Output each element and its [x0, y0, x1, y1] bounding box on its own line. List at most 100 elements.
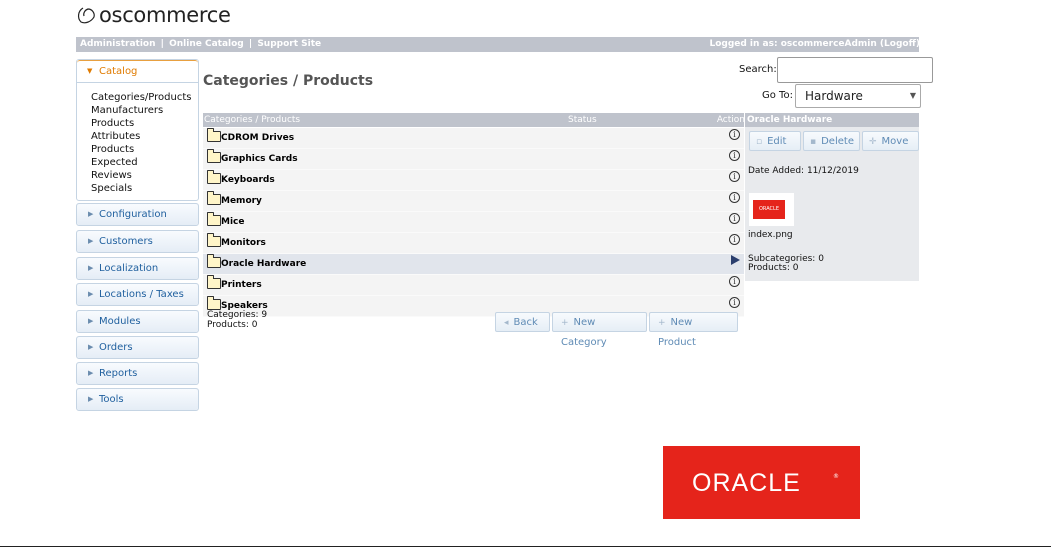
caret-right-icon: ▶ — [88, 290, 94, 298]
folder-icon — [207, 212, 221, 226]
category-name[interactable]: Graphics Cards — [221, 154, 298, 164]
info-icon[interactable]: i — [729, 129, 740, 140]
catalog-link-reviews[interactable]: Reviews — [91, 169, 198, 182]
caret-right-icon: ▶ — [88, 343, 94, 351]
move-button[interactable]: ✛ Move — [862, 131, 919, 151]
table-row[interactable]: Graphics Cards i — [203, 149, 744, 170]
caret-down-icon: ▼ — [87, 67, 93, 75]
search-input[interactable] — [777, 57, 933, 83]
table-row[interactable]: Mice i — [203, 212, 744, 233]
category-name[interactable]: Keyboards — [221, 175, 275, 185]
button-label: Move — [881, 136, 909, 147]
button-label: Back — [513, 317, 538, 328]
document-icon: ▫ — [756, 137, 763, 147]
info-icon[interactable]: i — [729, 171, 740, 182]
categories-count: Categories: 9 — [207, 310, 268, 320]
catalog-link-products[interactable]: Products — [91, 117, 198, 130]
sidebar-item-label: Locations / Taxes — [99, 289, 184, 300]
link-administration[interactable]: Administration — [80, 39, 156, 49]
goto-label: Go To: — [762, 90, 793, 101]
sidebar-item-orders[interactable]: ▶ Orders — [76, 336, 199, 359]
back-button[interactable]: ◂ Back — [495, 312, 550, 332]
catalog-link-products-expected[interactable]: Products — [91, 143, 198, 156]
sidebar-item-label: Orders — [99, 342, 133, 353]
goto-select[interactable]: Hardware ▼ — [795, 84, 921, 108]
category-name[interactable]: Oracle Hardware — [221, 259, 306, 269]
sidebar-item-localization[interactable]: ▶ Localization — [76, 257, 199, 280]
link-support-site[interactable]: Support Site — [257, 39, 321, 49]
catalog-link-manufacturers[interactable]: Manufacturers — [91, 104, 198, 117]
info-icon[interactable]: i — [729, 213, 740, 224]
sidebar-item-catalog[interactable]: ▼ Catalog — [77, 60, 198, 83]
info-icon[interactable]: i — [729, 150, 740, 161]
image-filename: index.png — [748, 230, 793, 240]
category-name[interactable]: Printers — [221, 280, 262, 290]
table-row[interactable]: Monitors i — [203, 233, 744, 254]
sidebar-item-configuration[interactable]: ▶ Configuration — [76, 203, 199, 226]
sidebar-item-tools[interactable]: ▶ Tools — [76, 388, 199, 411]
folder-icon — [207, 254, 221, 268]
column-header-action: Action — [716, 115, 745, 125]
oscommerce-logo[interactable]: oscommerce — [76, 1, 231, 29]
info-icon[interactable]: i — [729, 192, 740, 203]
delete-button[interactable]: ▪ Delete — [803, 131, 860, 151]
sidebar-item-customers[interactable]: ▶ Customers — [76, 230, 199, 253]
category-name[interactable]: Memory — [221, 196, 262, 206]
folder-icon — [207, 296, 221, 310]
top-header-bar: Administration | Online Catalog | Suppor… — [76, 37, 920, 52]
info-panel-header: Oracle Hardware — [745, 113, 919, 127]
category-image: ORACLE — [749, 193, 794, 226]
sidebar-item-locations-taxes[interactable]: ▶ Locations / Taxes — [76, 283, 199, 306]
header-separator: | — [160, 39, 164, 49]
info-icon[interactable]: i — [729, 234, 740, 245]
column-header-categories: Categories / Products — [204, 115, 301, 125]
new-category-button[interactable]: + New Category — [552, 312, 647, 348]
catalog-link-specials[interactable]: Specials — [91, 182, 198, 195]
catalog-link-products-expected[interactable]: Expected — [91, 156, 198, 169]
sidebar-item-label: Customers — [99, 236, 153, 247]
table-row[interactable]: Memory i — [203, 191, 744, 212]
folder-icon — [207, 233, 221, 247]
search-label: Search: — [739, 64, 777, 75]
link-online-catalog[interactable]: Online Catalog — [169, 39, 244, 49]
folder-icon — [207, 128, 221, 142]
category-name[interactable]: Monitors — [221, 238, 266, 248]
sidebar-item-label: Modules — [99, 316, 141, 327]
header-separator: | — [248, 39, 253, 49]
folder-icon — [207, 191, 221, 205]
catalog-link-attributes[interactable]: Attributes — [91, 130, 198, 143]
goto-select-value: Hardware — [805, 89, 863, 103]
caret-right-icon: ▶ — [88, 237, 94, 245]
chevron-left-icon: ◂ — [504, 318, 509, 328]
registered-mark: ® — [833, 473, 839, 480]
table-row[interactable]: Keyboards i — [203, 170, 744, 191]
info-panel-title: Oracle Hardware — [747, 115, 833, 125]
right-arrow-icon — [731, 255, 740, 265]
button-label: Delete — [821, 136, 854, 147]
logo-text: oscommerce — [99, 3, 231, 27]
logged-in-status[interactable]: Logged in as: oscommerceAdmin (Logoff) — [709, 37, 920, 52]
caret-right-icon: ▶ — [88, 369, 94, 377]
sidebar-catalog-panel: ▼ Catalog Categories/Products Manufactur… — [76, 59, 199, 201]
folder-icon — [207, 170, 221, 184]
info-icon[interactable]: i — [729, 297, 740, 308]
new-product-button[interactable]: + New Product — [649, 312, 738, 348]
table-header: Categories / Products Status Action — [203, 113, 745, 127]
oracle-logo: ORACLE ® — [663, 446, 860, 519]
catalog-link-categories-products[interactable]: Categories/Products — [91, 91, 198, 104]
info-icon[interactable]: i — [729, 276, 740, 287]
caret-right-icon: ▶ — [88, 317, 94, 325]
panel-counts: Subcategories: 0 Products: 0 — [748, 255, 824, 273]
oracle-thumb-logo: ORACLE — [753, 200, 785, 219]
plus-icon: + — [658, 318, 666, 328]
folder-icon — [207, 275, 221, 289]
table-row[interactable]: Printers i — [203, 275, 744, 296]
edit-button[interactable]: ▫ Edit — [749, 131, 801, 151]
category-name[interactable]: Mice — [221, 217, 244, 227]
table-row[interactable]: CDROM Drives i — [203, 128, 744, 149]
table-row-selected[interactable]: Oracle Hardware — [203, 254, 744, 275]
sidebar-item-modules[interactable]: ▶ Modules — [76, 310, 199, 333]
bottom-divider — [0, 546, 1051, 547]
category-name[interactable]: CDROM Drives — [221, 133, 294, 143]
sidebar-item-reports[interactable]: ▶ Reports — [76, 362, 199, 385]
